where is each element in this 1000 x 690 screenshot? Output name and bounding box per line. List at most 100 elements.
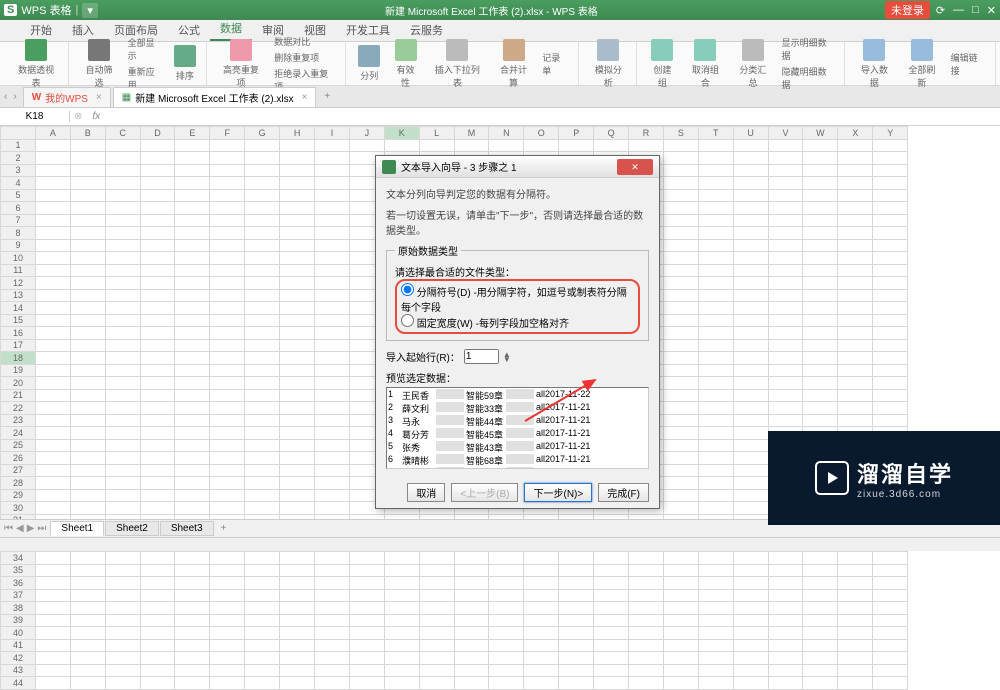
cell[interactable] [245,652,280,665]
cell[interactable] [838,627,873,640]
cell[interactable] [838,152,873,165]
cell[interactable] [140,639,175,652]
col-header[interactable]: V [768,127,803,140]
cell[interactable] [454,564,489,577]
finish-button[interactable]: 完成(F) [598,483,649,502]
cell[interactable] [315,627,350,640]
row-header[interactable]: 28 [1,477,36,490]
cell[interactable] [105,564,140,577]
cell[interactable] [663,302,698,315]
app-menu-dropdown[interactable]: ▾ [82,3,98,18]
cell[interactable] [175,389,210,402]
cell[interactable] [733,302,768,315]
cell[interactable] [733,189,768,202]
cell[interactable] [210,139,245,152]
cell[interactable] [105,602,140,615]
cell[interactable] [105,502,140,515]
cell[interactable] [105,339,140,352]
cell[interactable] [105,227,140,240]
cell[interactable] [245,389,280,402]
cell[interactable] [629,602,664,615]
cell[interactable] [524,139,559,152]
cell[interactable] [559,677,594,690]
cell[interactable] [175,552,210,565]
cell[interactable] [803,639,838,652]
cell[interactable] [733,389,768,402]
cell[interactable] [105,589,140,602]
cell[interactable] [315,189,350,202]
cell[interactable] [280,264,315,277]
cell[interactable] [70,464,105,477]
cell[interactable] [698,439,733,452]
row-header[interactable]: 27 [1,464,36,477]
cell[interactable] [315,577,350,590]
cell[interactable] [315,152,350,165]
cell[interactable] [210,264,245,277]
cell[interactable] [768,277,803,290]
cell[interactable] [489,139,524,152]
cell[interactable] [838,164,873,177]
cell[interactable] [70,339,105,352]
cell[interactable] [698,327,733,340]
cell[interactable] [629,577,664,590]
cell[interactable] [175,202,210,215]
cell[interactable] [245,627,280,640]
cell[interactable] [663,239,698,252]
cell[interactable] [280,489,315,502]
cell[interactable] [803,227,838,240]
radio-fixedwidth[interactable]: 固定宽度(W) -每列字段加空格对齐 [401,314,634,330]
cell[interactable] [803,139,838,152]
edit-links-button[interactable]: 编辑链接 [948,50,989,78]
cell[interactable] [70,327,105,340]
cell[interactable] [280,139,315,152]
cell[interactable] [315,139,350,152]
col-header[interactable]: N [489,127,524,140]
cell[interactable] [140,552,175,565]
cell[interactable] [733,589,768,602]
cell[interactable] [803,589,838,602]
cell[interactable] [873,252,908,265]
cell[interactable] [838,289,873,302]
cell[interactable] [524,652,559,665]
cell[interactable] [663,464,698,477]
cell[interactable] [35,152,70,165]
cell[interactable] [245,139,280,152]
cell[interactable] [873,677,908,690]
cell[interactable] [768,364,803,377]
cell[interactable] [175,139,210,152]
cell[interactable] [733,477,768,490]
cell[interactable] [838,327,873,340]
cell[interactable] [873,214,908,227]
add-sheet-button[interactable]: + [215,523,233,534]
cell[interactable] [838,352,873,365]
cell[interactable] [768,139,803,152]
cell[interactable] [698,427,733,440]
cell[interactable] [489,552,524,565]
cell[interactable] [663,427,698,440]
cell[interactable] [140,264,175,277]
cell[interactable] [35,327,70,340]
cell[interactable] [419,589,454,602]
cell[interactable] [768,214,803,227]
cell[interactable] [105,552,140,565]
cell[interactable] [768,264,803,277]
cell[interactable] [698,139,733,152]
cell[interactable] [803,627,838,640]
cell[interactable] [733,564,768,577]
cell[interactable] [524,614,559,627]
cell[interactable] [698,602,733,615]
sheet-nav-last-icon[interactable]: ⏭ [37,523,46,534]
cell[interactable] [733,414,768,427]
cell[interactable] [140,327,175,340]
cell[interactable] [105,139,140,152]
cell[interactable] [838,214,873,227]
cell[interactable] [175,402,210,415]
cell[interactable] [140,564,175,577]
start-row-input[interactable] [464,349,499,364]
cell[interactable] [838,564,873,577]
cell[interactable] [35,202,70,215]
cell[interactable] [524,627,559,640]
cell[interactable] [35,627,70,640]
row-header[interactable]: 41 [1,639,36,652]
cell[interactable] [594,139,629,152]
